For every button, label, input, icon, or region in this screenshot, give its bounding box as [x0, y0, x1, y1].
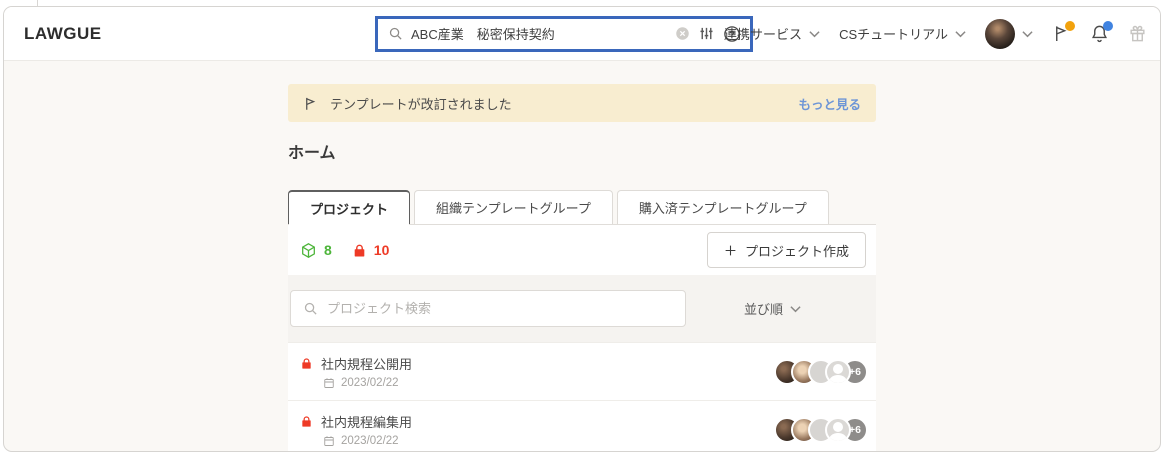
global-search-input[interactable] [411, 26, 667, 41]
global-search-bar[interactable]: ? [375, 16, 753, 52]
see-more-link[interactable]: もっと見る [798, 94, 861, 113]
calendar-icon [323, 435, 335, 447]
chevron-down-icon [1022, 30, 1033, 38]
member-avatar-stack: +6 [774, 417, 868, 443]
tab-org-template-group[interactable]: 組織テンプレートグループ [414, 190, 613, 224]
main-content: テンプレートが改訂されました もっと見る ホーム プロジェクト 組織テンプレート… [4, 84, 876, 452]
gift-button[interactable] [1128, 24, 1147, 43]
user-avatar [985, 19, 1015, 49]
member-avatar [825, 359, 851, 385]
search-icon [388, 26, 403, 41]
project-search-row: 並び順 [288, 275, 876, 342]
lock-icon [300, 415, 313, 428]
sort-order-label: 並び順 [744, 299, 783, 318]
topbar: LAWGUE [4, 7, 1160, 61]
project-row-main: 社内規程編集用 2023/02/22 [300, 412, 412, 447]
clear-search-icon[interactable] [675, 26, 690, 41]
nav-cs-tutorial-menu[interactable]: CSチュートリアル [839, 24, 966, 43]
open-projects-count: 8 [300, 242, 332, 259]
calendar-icon [323, 377, 335, 389]
project-search-field[interactable] [290, 290, 686, 327]
project-title: 社内規程公開用 [321, 354, 412, 373]
project-title-line: 社内規程編集用 [300, 412, 412, 431]
project-search-input[interactable] [327, 301, 673, 316]
user-menu[interactable] [985, 19, 1033, 49]
cube-icon [300, 242, 317, 259]
create-project-button[interactable]: プロジェクト作成 [707, 232, 866, 268]
project-date-line: 2023/02/22 [323, 377, 412, 389]
bell-notification-dot [1103, 21, 1113, 31]
sort-order-dropdown[interactable]: 並び順 [744, 299, 801, 318]
flag-icon [303, 95, 318, 112]
lock-icon [300, 357, 313, 370]
page-title: ホーム [288, 139, 876, 163]
project-row-main: 社内規程公開用 2023/02/22 [300, 354, 412, 389]
nav-services-label: 連携サービス [724, 24, 802, 43]
project-counts: 8 10 [300, 242, 389, 259]
member-avatar-stack: +6 [774, 359, 868, 385]
notifications-bell-button[interactable] [1090, 24, 1109, 43]
whats-new-flag-button[interactable] [1052, 24, 1071, 43]
plus-icon [724, 244, 737, 257]
projects-panel: 8 10 プロジェクト作成 [288, 224, 876, 452]
app-window: LAWGUE [3, 6, 1161, 452]
search-icon [303, 301, 318, 316]
filter-sliders-icon[interactable] [698, 25, 715, 42]
project-title: 社内規程編集用 [321, 412, 412, 431]
project-date-line: 2023/02/22 [323, 435, 412, 447]
tab-bar: プロジェクト 組織テンプレートグループ 購入済テンプレートグループ [288, 190, 876, 224]
chevron-down-icon [809, 30, 820, 38]
nav-services-menu[interactable]: 連携サービス [724, 24, 820, 43]
project-date: 2023/02/22 [341, 435, 399, 447]
member-avatar [825, 417, 851, 443]
project-title-line: 社内規程公開用 [300, 354, 412, 373]
project-row[interactable]: 社内規程公開用 2023/02/22 +6 [288, 342, 876, 400]
tab-projects[interactable]: プロジェクト [288, 190, 410, 224]
nav-cs-tutorial-label: CSチュートリアル [839, 24, 948, 43]
banner-message: テンプレートが改訂されました [330, 94, 512, 113]
tab-purchased-template-group[interactable]: 購入済テンプレートグループ [617, 190, 829, 224]
project-row[interactable]: 社内規程編集用 2023/02/22 +6 [288, 400, 876, 452]
revision-banner: テンプレートが改訂されました もっと見る [288, 84, 876, 122]
locked-projects-count: 10 [352, 242, 390, 258]
lawgue-logo: LAWGUE [24, 24, 102, 44]
panel-header: 8 10 プロジェクト作成 [288, 225, 876, 275]
project-date: 2023/02/22 [341, 377, 399, 389]
chevron-down-icon [790, 305, 801, 313]
lock-icon [352, 243, 367, 258]
flag-notification-dot [1065, 21, 1075, 31]
chevron-down-icon [955, 30, 966, 38]
topnav: 連携サービス CSチュートリアル [724, 7, 1147, 60]
